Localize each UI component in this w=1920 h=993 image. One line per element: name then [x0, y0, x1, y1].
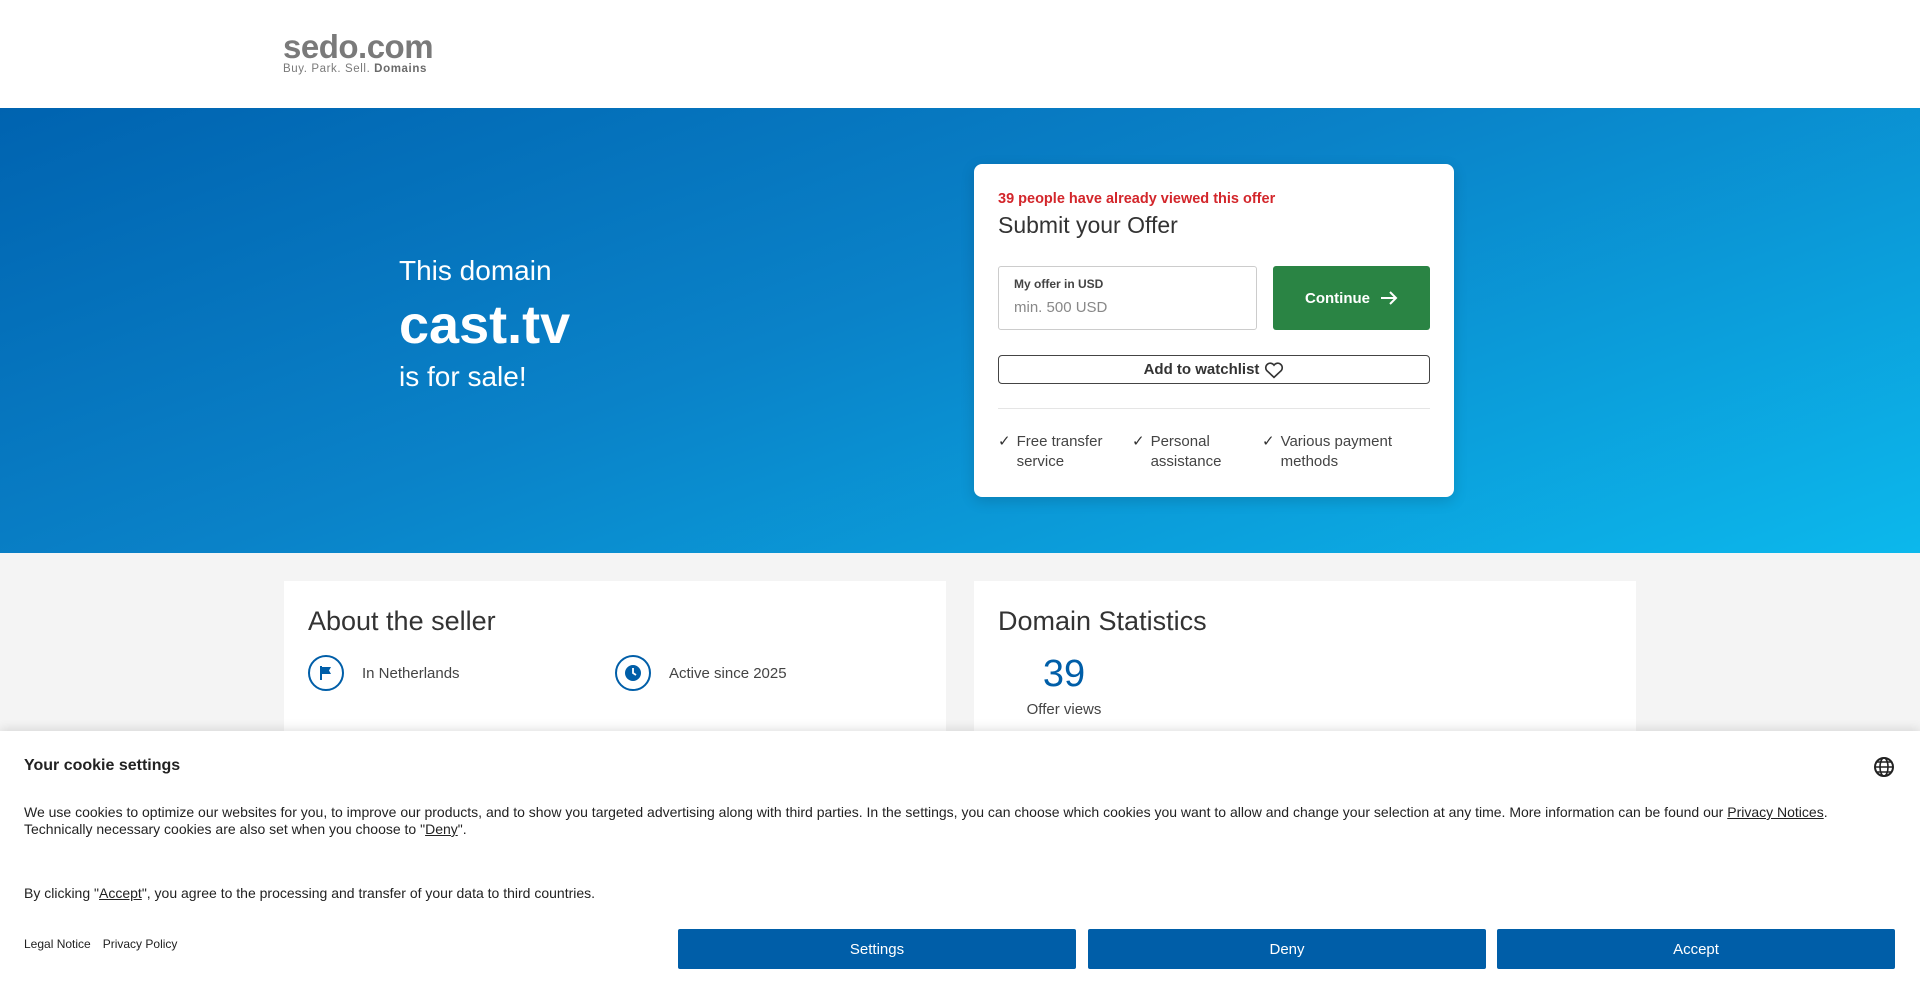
sedo-logo[interactable]: sedo.com Buy. Park. Sell. Domains — [283, 28, 434, 76]
accept-link[interactable]: Accept — [99, 885, 142, 901]
logo-text: sedo.com — [283, 28, 434, 65]
arrow-right-icon — [1381, 291, 1398, 305]
offer-field[interactable]: My offer in USD — [998, 266, 1257, 330]
deny-link[interactable]: Deny — [425, 821, 458, 837]
heart-icon — [1265, 361, 1284, 378]
feature-payment-methods: ✓ Various payment methods — [1262, 432, 1392, 472]
check-icon: ✓ — [1262, 433, 1275, 450]
divider — [998, 408, 1430, 409]
cookie-description: We use cookies to optimize our websites … — [24, 804, 1884, 838]
offer-title: Submit your Offer — [998, 212, 1178, 238]
flag-icon — [308, 655, 344, 691]
offer-views-count: 39 — [1042, 653, 1086, 695]
offer-views-label: Offer views — [1026, 701, 1102, 718]
cookie-text: ". — [457, 821, 467, 837]
offer-card: 39 people have already viewed this offer… — [974, 164, 1454, 497]
privacy-policy-link[interactable]: Privacy Policy — [103, 937, 178, 951]
cookie-text: We use cookies to optimize our websites … — [24, 804, 1728, 820]
domain-name: cast.tv — [399, 295, 571, 355]
hero-intro: This domain — [399, 255, 552, 286]
logo-tag: Buy. Park. Sell. — [283, 63, 371, 75]
check-icon: ✓ — [998, 433, 1011, 450]
cookie-settings-button[interactable]: Settings — [678, 929, 1076, 969]
cookie-banner: Your cookie settings We use cookies to o… — [0, 731, 1920, 993]
logo-tag-bold: Domains — [374, 63, 427, 75]
legal-notice-link[interactable]: Legal Notice — [24, 937, 91, 951]
clock-icon — [615, 655, 651, 691]
section-title: About the seller — [308, 606, 496, 636]
globe-icon[interactable] — [1873, 756, 1895, 783]
cookie-text: ", you agree to the processing and trans… — [141, 885, 596, 901]
feature-text: methods — [1280, 453, 1339, 470]
check-icon: ✓ — [1132, 433, 1145, 450]
feature-free-transfer: ✓ Free transfer service — [998, 432, 1102, 472]
feature-text: assistance — [1150, 453, 1222, 470]
cookie-text: By clicking " — [24, 885, 99, 901]
cookie-footer-links: Legal Notice Privacy Policy — [24, 937, 177, 951]
logo-tagline: Buy. Park. Sell. Domains — [283, 63, 433, 75]
seller-active-since: Active since 2025 — [615, 655, 787, 691]
feature-text: Various payment — [1280, 433, 1393, 450]
active-since-text: Active since 2025 — [669, 664, 787, 682]
hero-text: This domain cast.tv is for sale! — [399, 254, 570, 394]
views-notice: 39 people have already viewed this offer — [998, 191, 1276, 207]
cookie-deny-button[interactable]: Deny — [1088, 929, 1486, 969]
cookie-title: Your cookie settings — [24, 757, 181, 774]
feature-text: Personal — [1150, 433, 1210, 450]
cookie-accept-button[interactable]: Accept — [1497, 929, 1895, 969]
continue-label: Continue — [1305, 289, 1370, 307]
watchlist-label: Add to watchlist — [1143, 361, 1260, 378]
privacy-notices-link[interactable]: Privacy Notices — [1727, 804, 1823, 820]
feature-text: Free transfer — [1016, 433, 1103, 450]
location-text: In Netherlands — [362, 664, 460, 682]
section-title: Domain Statistics — [998, 606, 1207, 636]
feature-text: service — [1016, 453, 1065, 470]
offer-input[interactable] — [1014, 299, 1234, 316]
feature-personal-assistance: ✓ Personal assistance — [1132, 432, 1221, 472]
hero-banner: This domain cast.tv is for sale! — [0, 108, 1920, 553]
cookie-agree-text: By clicking "Accept", you agree to the p… — [24, 885, 595, 901]
continue-button[interactable]: Continue — [1273, 266, 1430, 330]
site-header: sedo.com Buy. Park. Sell. Domains — [0, 0, 1920, 108]
add-to-watchlist-button[interactable]: Add to watchlist — [998, 355, 1430, 384]
offer-field-label: My offer in USD — [1014, 277, 1104, 291]
hero-for-sale: is for sale! — [399, 361, 527, 392]
seller-location: In Netherlands — [308, 655, 460, 691]
